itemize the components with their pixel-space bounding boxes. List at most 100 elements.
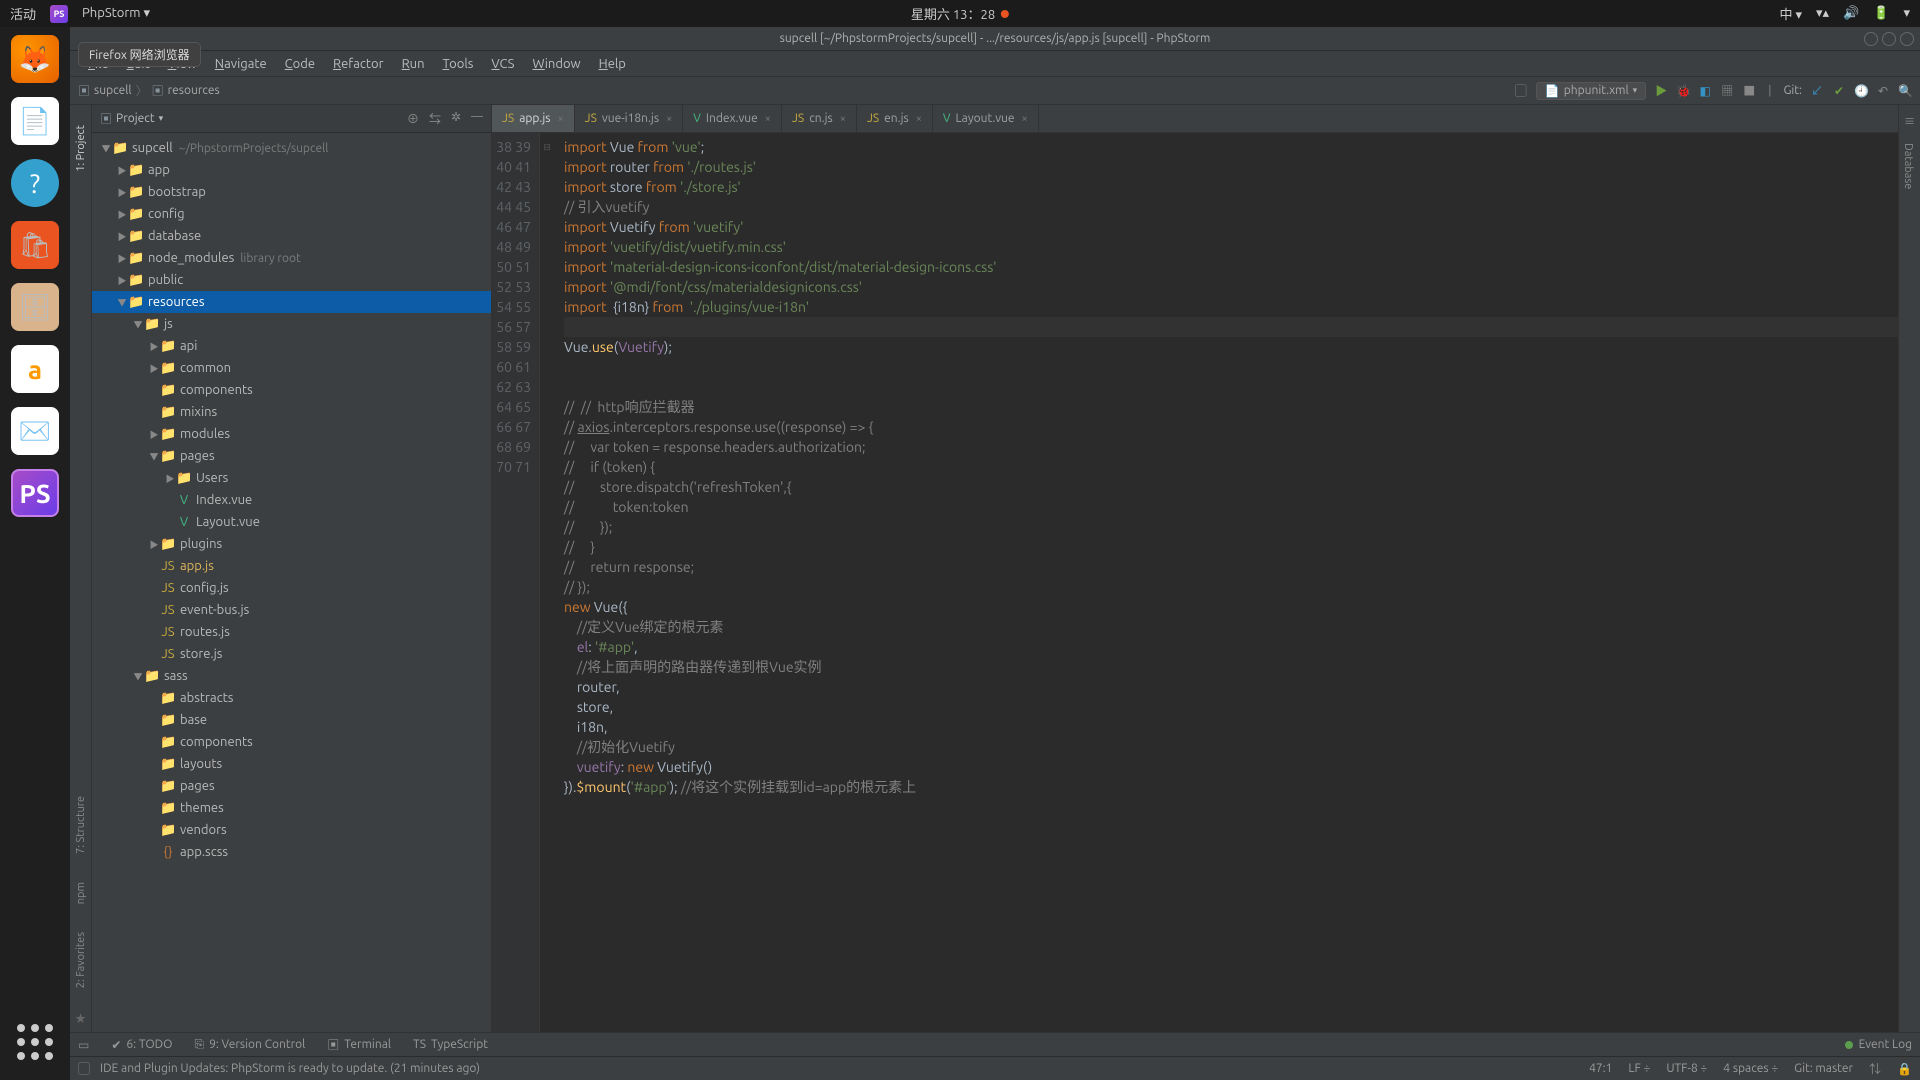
tree-item[interactable]: 📁layouts <box>92 753 491 775</box>
close-tab-icon[interactable]: × <box>916 113 922 125</box>
vcs-tool-button[interactable]: ⎘ 9: Version Control <box>194 1038 305 1052</box>
project-tool-button[interactable]: 1: Project <box>75 125 87 172</box>
dock-software-icon[interactable]: 🛍 <box>11 221 59 269</box>
activities-button[interactable]: 活动 <box>10 4 36 23</box>
settings-icon[interactable]: ✲ <box>451 110 461 127</box>
editor-tab[interactable]: JScn.js× <box>782 105 857 132</box>
line-separator[interactable]: LF ÷ <box>1628 1062 1650 1075</box>
git-branch[interactable]: Git: master <box>1794 1062 1853 1075</box>
tree-item[interactable]: ▶📁modules <box>92 423 491 445</box>
maximize-button[interactable] <box>1882 32 1896 46</box>
dock-files-icon[interactable]: 🗄 <box>11 283 59 331</box>
tree-item[interactable]: VLayout.vue <box>92 511 491 533</box>
menu-help[interactable]: Help <box>591 54 634 74</box>
vcs-commit-icon[interactable]: ✔ <box>1832 84 1846 98</box>
tree-item[interactable]: ▶📁common <box>92 357 491 379</box>
tree-item[interactable]: 📁abstracts <box>92 687 491 709</box>
code-editor[interactable]: 38 39 40 41 42 43 44 45 46 47 48 49 50 5… <box>492 133 1898 1032</box>
fold-gutter[interactable]: ⊟ <box>540 133 554 1032</box>
menu-navigate[interactable]: Navigate <box>207 54 275 74</box>
tree-item[interactable]: ▼📁pages <box>92 445 491 467</box>
profiler-icon[interactable]: ▦ <box>1720 82 1734 99</box>
tree-item[interactable]: JSapp.js <box>92 555 491 577</box>
locate-icon[interactable]: ⊕ <box>407 110 419 127</box>
volume-icon[interactable]: 🔊 <box>1843 6 1859 21</box>
tree-item[interactable]: JSconfig.js <box>92 577 491 599</box>
tree-item[interactable]: JSroutes.js <box>92 621 491 643</box>
dock-libreoffice-icon[interactable]: 📄 <box>11 97 59 145</box>
code-content[interactable]: import Vue from 'vue';import router from… <box>554 133 1898 1032</box>
tree-item[interactable]: ▶📁bootstrap <box>92 181 491 203</box>
breadcrumb-item[interactable]: ▣ resources <box>152 82 220 99</box>
menu-vcs[interactable]: VCS <box>483 54 522 74</box>
messages-icon[interactable]: ▭ <box>78 1038 89 1052</box>
close-tab-icon[interactable]: × <box>666 113 672 125</box>
editor-tab[interactable]: JSvue-i18n.js× <box>575 105 684 132</box>
menu-code[interactable]: Code <box>277 54 323 74</box>
favorites-tool-button[interactable]: 2: Favorites <box>75 932 87 988</box>
tree-item[interactable]: ▼📁resources <box>92 291 491 313</box>
tree-item[interactable]: 📁components <box>92 731 491 753</box>
search-everywhere-icon[interactable]: 🔍 <box>1898 84 1912 98</box>
tree-item[interactable]: 📁base <box>92 709 491 731</box>
expand-icon[interactable]: ⇆ <box>429 110 441 127</box>
editor-tab[interactable]: JSen.js× <box>857 105 933 132</box>
tree-item[interactable]: ▼📁supcell~/PhpstormProjects/supcell <box>92 137 491 159</box>
caret-position[interactable]: 47:1 <box>1589 1062 1612 1075</box>
menu-window[interactable]: Window <box>524 54 588 74</box>
vcs-revert-icon[interactable]: ↶ <box>1876 84 1890 98</box>
clock[interactable]: 星期六 13：28 <box>911 4 995 23</box>
tree-item[interactable]: ▶📁Users <box>92 467 491 489</box>
tree-item[interactable]: 📁components <box>92 379 491 401</box>
dock-thunderbird-icon[interactable]: ✉️ <box>11 407 59 455</box>
tree-item[interactable]: ▶📁database <box>92 225 491 247</box>
menu-run[interactable]: Run <box>394 54 433 74</box>
terminal-tool-button[interactable]: ▣ Terminal <box>327 1036 391 1053</box>
tree-item[interactable]: 📁pages <box>92 775 491 797</box>
vcs-update-icon[interactable]: ↙ <box>1810 82 1824 99</box>
window-mode-icon[interactable]: ▢ <box>1514 82 1528 99</box>
close-tab-icon[interactable]: × <box>765 113 771 125</box>
todo-tool-button[interactable]: ✔ 6: TODO <box>111 1038 172 1052</box>
run-icon[interactable]: ▶ <box>1654 82 1668 99</box>
minimize-button[interactable] <box>1864 32 1878 46</box>
pane-title[interactable]: Project <box>116 112 155 125</box>
dock-phpstorm-icon[interactable]: PS <box>11 469 59 517</box>
tree-item[interactable]: JSstore.js <box>92 643 491 665</box>
project-tree[interactable]: ▼📁supcell~/PhpstormProjects/supcell▶📁app… <box>92 133 491 1032</box>
status-hide-icon[interactable]: ▢ <box>78 1060 90 1077</box>
dock-help-icon[interactable]: ? <box>11 159 59 207</box>
tree-item[interactable]: ▼📁js <box>92 313 491 335</box>
tree-item[interactable]: ▶📁config <box>92 203 491 225</box>
hide-icon[interactable]: — <box>471 110 483 127</box>
tree-item[interactable]: ▶📁api <box>92 335 491 357</box>
dock-amazon-icon[interactable]: a <box>11 345 59 393</box>
tree-item[interactable]: 📁themes <box>92 797 491 819</box>
close-tab-icon[interactable]: × <box>840 113 846 125</box>
indent-setting[interactable]: 4 spaces ÷ <box>1723 1062 1778 1075</box>
network-icon[interactable]: ▾▴ <box>1816 6 1829 21</box>
tree-item[interactable]: 📁vendors <box>92 819 491 841</box>
tree-item[interactable]: ▶📁node_moduleslibrary root <box>92 247 491 269</box>
tree-item[interactable]: ▶📁app <box>92 159 491 181</box>
debug-icon[interactable]: 🐞 <box>1676 84 1690 98</box>
editor-tab[interactable]: VLayout.vue× <box>933 105 1039 132</box>
dock-show-apps-icon[interactable] <box>11 1018 59 1066</box>
tree-item[interactable]: ▶📁plugins <box>92 533 491 555</box>
menu-tools[interactable]: Tools <box>435 54 482 74</box>
tree-item[interactable]: ▶📁public <box>92 269 491 291</box>
run-config-selector[interactable]: 📄 phpunit.xml ▾ <box>1536 82 1646 100</box>
battery-icon[interactable]: 🔋 <box>1873 6 1889 21</box>
structure-tool-button[interactable]: 7: Structure <box>75 796 87 854</box>
file-encoding[interactable]: UTF-8 ÷ <box>1666 1062 1707 1075</box>
tree-item[interactable]: 📁mixins <box>92 401 491 423</box>
system-menu-icon[interactable]: ▾ <box>1903 6 1910 21</box>
tree-item[interactable]: ▼📁sass <box>92 665 491 687</box>
editor-tab[interactable]: JSapp.js× <box>492 105 575 132</box>
tree-item[interactable]: JSevent-bus.js <box>92 599 491 621</box>
stop-icon[interactable]: ■ <box>1742 82 1756 99</box>
close-tab-icon[interactable]: × <box>557 113 563 125</box>
close-button[interactable] <box>1900 32 1914 46</box>
tree-item[interactable]: VIndex.vue <box>92 489 491 511</box>
tree-item[interactable]: {}app.scss <box>92 841 491 863</box>
